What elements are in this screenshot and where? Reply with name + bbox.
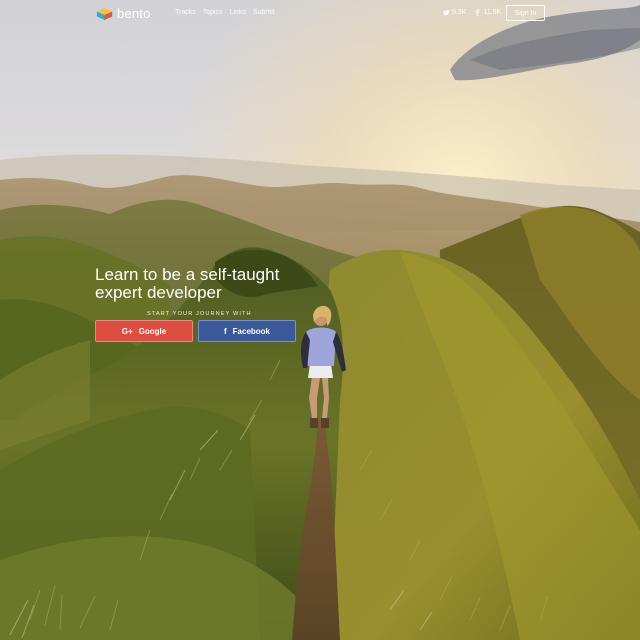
social-counts: 9.3K 11.5K [443,9,509,16]
facebook-button-label: Facebook [232,326,270,336]
google-signup-button[interactable]: G+ Google [95,320,193,342]
sign-in-button[interactable]: Sign In [506,5,545,21]
hero-title: Learn to be a self-taught expert develop… [95,266,355,302]
nav-link-tracks[interactable]: Tracks [175,9,196,16]
hero-subtitle: START YOUR JOURNEY WITH [147,311,252,317]
signup-buttons: G+ Google f Facebook [95,320,355,342]
hero-title-line-2: expert developer [95,283,222,302]
brand-logo[interactable]: bento [96,6,151,21]
brand-name: bento [117,6,151,21]
google-button-label: Google [138,326,167,336]
top-navbar: bento Tracks Topics Links Submit 9.3K 11… [0,0,640,28]
nav-link-topics[interactable]: Topics [203,9,223,16]
facebook-count-link[interactable]: 11.5K [474,9,501,16]
twitter-count-link[interactable]: 9.3K [443,9,466,16]
facebook-count: 11.5K [483,9,502,16]
twitter-count: 9.3K [452,9,467,16]
google-plus-icon: G+ [121,326,133,336]
nav-link-submit[interactable]: Submit [253,9,275,16]
facebook-f-icon: f [223,326,227,336]
hero-section: Learn to be a self-taught expert develop… [95,266,355,342]
hero-title-line-1: Learn to be a self-taught [95,265,280,284]
nav-link-links[interactable]: Links [230,9,246,16]
facebook-signup-button[interactable]: f Facebook [198,320,296,342]
main-nav: Tracks Topics Links Submit [175,9,282,16]
facebook-icon [476,9,480,16]
cube-logo-icon [96,7,113,20]
twitter-icon [443,9,450,16]
